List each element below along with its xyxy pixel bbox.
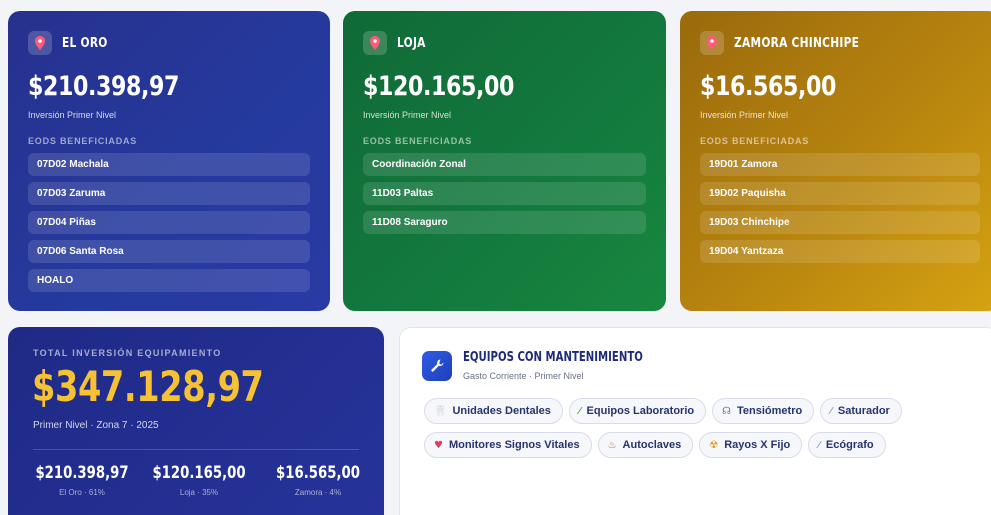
eod-item: 07D02 Machala xyxy=(28,153,310,176)
eod-item: 07D06 Santa Rosa xyxy=(28,240,310,263)
equipment-chip[interactable]: ☊ Tensiómetro xyxy=(712,398,815,424)
eods-list: 07D02 Machala 07D03 Zaruma 07D04 Piñas 0… xyxy=(28,153,310,298)
eods-list: 19D01 Zamora 19D02 Paquisha 19D03 Chinch… xyxy=(700,153,980,269)
equipment-title: EQUIPOS CON MANTENIMIENTO xyxy=(463,350,643,365)
breakdown-value: $120.165,00 xyxy=(152,463,246,483)
eod-item: 19D02 Paquisha xyxy=(700,182,980,205)
breakdown-label: Zamora · 4% xyxy=(294,488,342,497)
wrench-icon xyxy=(422,351,452,381)
eods-label: EODS BENEFICIADAS xyxy=(28,136,138,146)
region-title: EL ORO xyxy=(62,35,108,51)
tooth-icon: 🦷 xyxy=(434,405,447,417)
heart-icon: ♥ xyxy=(434,439,443,451)
chip-label: Rayos X Fijo xyxy=(724,439,791,451)
breakdown-el-oro: $210.398,97 El Oro · 61% xyxy=(22,463,142,497)
equipment-card: EQUIPOS CON MANTENIMIENTO Gasto Corrient… xyxy=(399,327,991,515)
breakdown-zamora: $16.565,00 Zamora · 4% xyxy=(258,463,378,497)
region-title: LOJA xyxy=(397,35,426,51)
map-pin-icon xyxy=(363,31,387,55)
region-subtitle: Inversión Primer Nivel xyxy=(363,110,452,120)
breakdown-label: El Oro · 61% xyxy=(59,488,105,497)
eod-item: 19D01 Zamora xyxy=(700,153,980,176)
probe-icon: ⁄ xyxy=(818,439,820,451)
eod-item: 11D03 Paltas xyxy=(363,182,646,205)
eod-item: 11D08 Saraguro xyxy=(363,211,646,234)
region-header: LOJA xyxy=(363,31,432,55)
breakdown-loja: $120.165,00 Loja · 35% xyxy=(139,463,259,497)
map-pin-icon xyxy=(28,31,52,55)
chip-label: Monitores Signos Vitales xyxy=(448,439,580,451)
syringe-icon: ⁄ xyxy=(830,405,832,417)
flame-icon: ♨ xyxy=(607,439,617,451)
region-subtitle: Inversión Primer Nivel xyxy=(700,110,789,120)
pipette-icon: ⁄ xyxy=(578,405,581,417)
eods-list: Coordinación Zonal 11D03 Paltas 11D08 Sa… xyxy=(363,153,646,240)
total-amount: $347.128,97 xyxy=(32,362,264,411)
eod-item: 07D04 Piñas xyxy=(28,211,310,234)
equipment-chip[interactable]: ⁄ Saturador xyxy=(820,398,902,424)
total-investment-card: TOTAL INVERSIÓN EQUIPAMIENTO $347.128,97… xyxy=(8,327,384,515)
eod-item: 19D04 Yantzaza xyxy=(700,240,980,263)
breakdown-value: $210.398,97 xyxy=(35,463,129,483)
eods-label: EODS BENEFICIADAS xyxy=(363,136,473,146)
breakdown-value: $16.565,00 xyxy=(276,463,360,483)
region-amount: $16.565,00 xyxy=(700,71,836,102)
total-label: TOTAL INVERSIÓN EQUIPAMIENTO xyxy=(33,348,222,358)
eod-item: 19D03 Chinchipe xyxy=(700,211,980,234)
equipment-chip[interactable]: ☢ Rayos X Fijo xyxy=(699,432,803,458)
region-subtitle: Inversión Primer Nivel xyxy=(28,110,117,120)
map-pin-icon xyxy=(700,31,724,55)
chip-label: Ecógrafo xyxy=(825,439,874,451)
equipment-chip[interactable]: ♥ Monitores Signos Vitales xyxy=(424,432,592,458)
eod-item: 07D03 Zaruma xyxy=(28,182,310,205)
equipment-chip[interactable]: ⁄ Equipos Laboratorio xyxy=(568,398,707,424)
breakdown-label: Loja · 35% xyxy=(179,488,219,497)
equipment-chip[interactable]: ♨ Autoclaves xyxy=(597,432,694,458)
total-subtitle: Primer Nivel · Zona 7 · 2025 xyxy=(33,420,159,431)
region-amount: $210.398,97 xyxy=(28,71,179,102)
region-card-zamora-chinchipe: ZAMORA CHINCHIPE $16.565,00 Inversión Pr… xyxy=(680,11,991,311)
region-header: ZAMORA CHINCHIPE xyxy=(700,31,887,55)
equipment-chip-list: 🦷 Unidades Dentales ⁄ Equipos Laboratori… xyxy=(424,398,984,466)
eod-item: HOALO xyxy=(28,269,310,292)
region-amount: $120.165,00 xyxy=(363,71,514,102)
chip-label: Equipos Laboratorio xyxy=(586,405,695,417)
region-card-loja: LOJA $120.165,00 Inversión Primer Nivel … xyxy=(343,11,666,311)
divider xyxy=(33,449,359,450)
region-header: EL ORO xyxy=(28,31,118,55)
eod-item: Coordinación Zonal xyxy=(363,153,646,176)
chip-label: Autoclaves xyxy=(622,439,682,451)
chip-label: Unidades Dentales xyxy=(452,405,551,417)
equipment-subtitle: Gasto Corriente · Primer Nivel xyxy=(463,371,584,381)
stethoscope-icon: ☊ xyxy=(722,405,731,417)
chip-label: Saturador xyxy=(837,405,890,417)
region-title: ZAMORA CHINCHIPE xyxy=(734,35,860,51)
chip-label: Tensiómetro xyxy=(737,405,803,417)
radiation-icon: ☢ xyxy=(709,439,719,451)
eods-label: EODS BENEFICIADAS xyxy=(700,136,810,146)
equipment-chip[interactable]: ⁄ Ecógrafo xyxy=(808,432,886,458)
region-card-el-oro: EL ORO $210.398,97 Inversión Primer Nive… xyxy=(8,11,330,311)
equipment-chip[interactable]: 🦷 Unidades Dentales xyxy=(424,398,563,424)
